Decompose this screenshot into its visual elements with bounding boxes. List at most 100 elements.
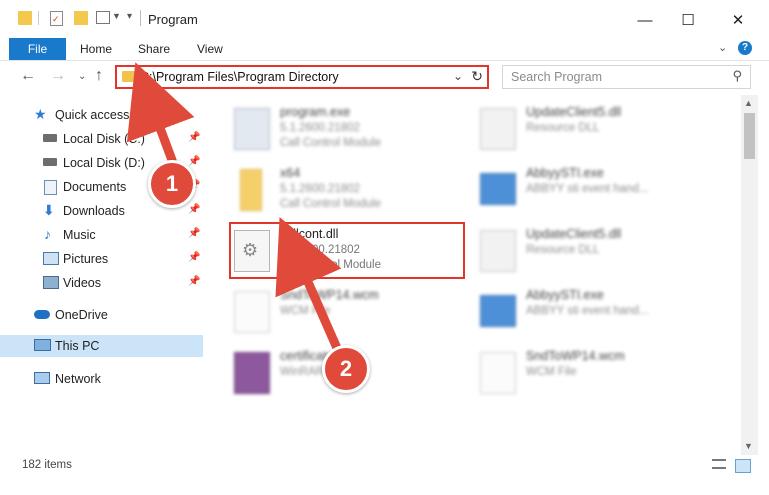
pin-icon[interactable]: 📌: [188, 276, 200, 287]
tab-file[interactable]: File: [9, 38, 66, 60]
nav-item-local-disk-c[interactable]: Local Disk (C:) 📌: [0, 128, 205, 150]
file-item[interactable]: UpdateClient5.dll Resource DLL: [478, 100, 718, 160]
file-name: SndToWP14.wcm: [526, 349, 625, 363]
vertical-scrollbar[interactable]: ▲ ▼: [741, 95, 758, 455]
drive-icon: [43, 158, 57, 166]
title-bar: ✓ ▼ ▾ Program — ☐ ✕: [0, 0, 769, 38]
nav-label: Music: [63, 228, 96, 242]
properties-icon[interactable]: ✓: [50, 11, 63, 26]
nav-item-onedrive[interactable]: OneDrive: [0, 304, 205, 326]
minimize-button[interactable]: —: [622, 6, 668, 34]
status-bar: 182 items: [0, 455, 769, 476]
customize-toolbar-icon[interactable]: [96, 11, 110, 24]
file-version: WCM File: [526, 366, 577, 378]
file-item[interactable]: x64 5.1.2600.21802 Call Control Module: [232, 161, 472, 221]
up-arrow-icon[interactable]: ↑: [95, 67, 103, 85]
file-version: WCM File: [280, 305, 331, 317]
nav-item-this-pc[interactable]: This PC: [0, 335, 203, 357]
tab-share[interactable]: Share: [138, 38, 170, 60]
file-item[interactable]: AbbyySTI.exe ABBYY sti event hand...: [478, 283, 718, 343]
file-version: 5.1.2600.21802: [280, 122, 360, 134]
file-name: UpdateClient5.dll: [526, 105, 622, 119]
folder-icon: [122, 71, 135, 82]
drive-icon: [43, 134, 57, 142]
address-row: ← → ⌄ ↑ C:\Program Files\Program Directo…: [0, 61, 769, 93]
file-description: Call Control Module: [280, 198, 381, 210]
refresh-icon[interactable]: ↻: [471, 68, 483, 85]
nav-label: This PC: [55, 339, 100, 353]
nav-label: Videos: [63, 276, 101, 290]
chevron-down-icon[interactable]: ⌄: [453, 69, 463, 83]
new-folder-icon[interactable]: [74, 11, 88, 25]
nav-item-music[interactable]: ♪ Music 📌: [0, 224, 205, 246]
large-icons-view-icon[interactable]: [735, 459, 751, 473]
search-icon[interactable]: ⚲: [732, 68, 742, 84]
pictures-icon: [43, 252, 59, 265]
file-name: x64: [280, 166, 301, 180]
file-item[interactable]: SndToWP14.wcm WCM File: [232, 283, 472, 343]
file-name: program.exe: [280, 105, 351, 119]
blank-file-icon: [234, 291, 270, 333]
file-item[interactable]: AbbyySTI.exe ABBYY sti event hand...: [478, 161, 718, 221]
exe-icon: [234, 108, 270, 150]
pin-icon[interactable]: 📌: [188, 228, 200, 239]
pin-icon[interactable]: 📌: [188, 132, 200, 143]
file-item[interactable]: SndToWP14.wcm WCM File: [478, 344, 718, 404]
nav-label: Network: [55, 372, 101, 386]
file-list: program.exe 5.1.2600.21802 Call Control …: [206, 95, 741, 455]
nav-label: Local Disk (C:): [63, 132, 145, 146]
address-path[interactable]: C:\Program Files\Program Directory: [140, 70, 339, 84]
callout-badge-1: 1: [148, 160, 196, 208]
folder-icon[interactable]: [18, 11, 32, 25]
file-name: SndToWP14.wcm: [280, 288, 379, 302]
scroll-down-icon[interactable]: ▼: [744, 441, 753, 451]
details-view-icon[interactable]: [712, 459, 726, 469]
search-placeholder: Search Program: [511, 70, 603, 84]
expand-ribbon-icon[interactable]: ⌄: [718, 41, 727, 54]
chevron-down-icon[interactable]: ▼: [112, 11, 121, 21]
recent-locations-icon[interactable]: ⌄: [78, 71, 86, 82]
pin-icon[interactable]: 📌: [188, 204, 200, 215]
scroll-thumb[interactable]: [744, 113, 755, 159]
forward-arrow-icon[interactable]: →: [50, 67, 66, 85]
item-count: 182 items: [22, 459, 72, 471]
separator: [38, 11, 39, 25]
back-arrow-icon[interactable]: ←: [20, 67, 36, 85]
ribbon-tabs: File Home Share View ⌄ ?: [0, 38, 769, 61]
file-item[interactable]: UpdateClient5.dll Resource DLL: [478, 222, 718, 282]
help-icon[interactable]: ?: [738, 41, 752, 55]
separator: [140, 10, 141, 26]
file-name: AbbyySTI.exe: [526, 288, 604, 302]
network-icon: [34, 372, 50, 384]
nav-item-videos[interactable]: Videos 📌: [0, 272, 205, 294]
quick-access-dropdown-icon[interactable]: ▾: [127, 11, 132, 22]
archive-icon: [234, 352, 270, 394]
nav-item-pictures[interactable]: Pictures 📌: [0, 248, 205, 270]
file-item[interactable]: program.exe 5.1.2600.21802 Call Control …: [232, 100, 472, 160]
nav-label: Local Disk (D:): [63, 156, 145, 170]
close-button[interactable]: ✕: [715, 6, 761, 34]
computer-icon: [34, 339, 51, 351]
nav-label: Documents: [63, 180, 127, 194]
download-icon: ⬇: [43, 202, 55, 218]
nav-label: OneDrive: [55, 308, 108, 322]
tab-view[interactable]: View: [197, 38, 223, 60]
pin-icon[interactable]: 📌: [188, 156, 200, 167]
pin-icon[interactable]: 📌: [188, 252, 200, 263]
scroll-up-icon[interactable]: ▲: [744, 98, 753, 108]
nav-item-network[interactable]: Network: [0, 368, 205, 390]
star-icon: ★: [34, 106, 47, 122]
highlight-box: [229, 222, 465, 279]
maximize-button[interactable]: ☐: [665, 6, 711, 34]
address-bar[interactable]: C:\Program Files\Program Directory ⌄ ↻: [115, 65, 489, 89]
documents-icon: [44, 180, 57, 195]
music-icon: ♪: [44, 226, 51, 242]
file-version: ABBYY sti event hand...: [526, 183, 649, 195]
tab-home[interactable]: Home: [80, 38, 112, 60]
nav-label: Pictures: [63, 252, 109, 266]
callout-badge-2: 2: [322, 345, 370, 393]
nav-item-quick-access[interactable]: ★ Quick access: [0, 104, 205, 126]
search-input[interactable]: Search Program ⚲: [502, 65, 751, 89]
dll-icon: [480, 108, 516, 150]
dll-icon: [480, 230, 516, 272]
